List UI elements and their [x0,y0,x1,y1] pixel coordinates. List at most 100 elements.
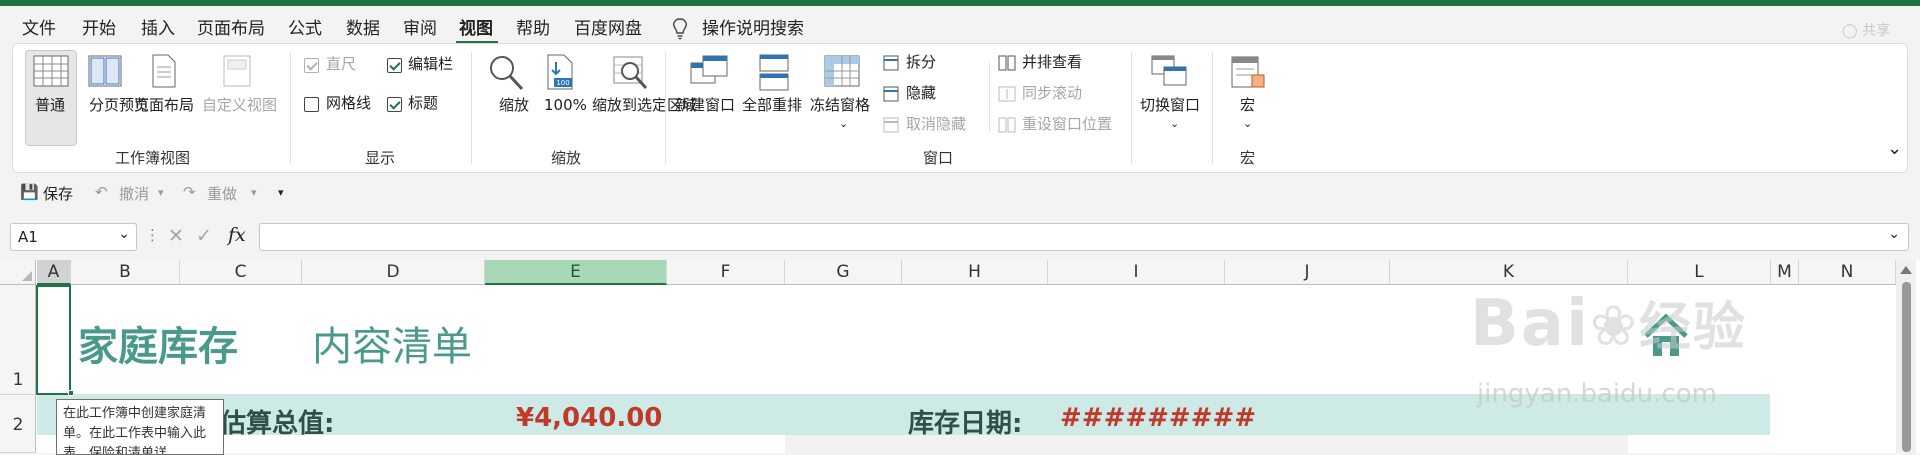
page-title-light: 内容清单 [312,324,472,370]
hide-window-button[interactable]: 隐藏 [906,84,936,103]
name-box-value: A1 [18,228,38,246]
ribbon-separator [290,52,291,164]
column-header-A[interactable]: A [37,260,71,285]
sync-scroll-icon [998,86,1016,102]
date-value: ######### [1060,403,1257,433]
tab-view[interactable]: 视图 [459,14,493,39]
customize-toolbar-icon[interactable]: ▾ [278,186,284,199]
menu-bar: 文件 开始 插入 页面布局 公式 数据 审阅 视图 帮助 百度网盘 操作说明搜索… [0,6,1920,44]
ribbon-separator [1131,52,1132,164]
column-header-L[interactable]: L [1628,260,1771,285]
column-header-I[interactable]: I [1048,260,1225,285]
column-header-H[interactable]: H [902,260,1048,285]
page-layout-view-icon [152,54,176,88]
new-window-button[interactable]: 新建窗口 [675,96,735,115]
column-header-N[interactable]: N [1799,260,1896,285]
confirm-entry-icon[interactable]: ✓ [196,225,212,247]
ribbon-collapse-chevron-icon[interactable]: ⌄ [1887,139,1902,158]
redo-icon: ↷ [183,183,196,201]
zoom-100-button[interactable]: 100% [544,96,587,115]
formula-bar: A1 ⌄ ⋮ ✕ ✓ fx ⌄ [0,220,1920,254]
column-header-C[interactable]: C [180,260,302,285]
tab-baidu-netdisk[interactable]: 百度网盘 [574,14,642,39]
expand-formula-bar-chevron-icon[interactable]: ⌄ [1888,226,1900,242]
baidu-watermark: Bai❀经验 [1470,287,1747,361]
column-header-F[interactable]: F [667,260,785,285]
tab-data[interactable]: 数据 [346,14,380,39]
scroll-thumb[interactable] [1902,282,1911,452]
row-header-1[interactable]: 1 [0,285,36,395]
sync-scroll-button[interactable]: 同步滚动 [1022,84,1082,103]
split-button[interactable]: 拆分 [906,53,936,72]
macros-chevron-icon[interactable]: ⌄ [1243,114,1252,133]
zoom-to-selection-button[interactable]: 缩放到选定区域 [592,96,697,115]
tab-file[interactable]: 文件 [22,14,56,39]
normal-view-button[interactable]: 普通 [35,96,65,115]
headings-checkbox[interactable] [387,97,402,112]
lightbulb-icon [673,18,687,40]
name-box-chevron-icon[interactable]: ⌄ [118,226,130,242]
scroll-up-arrow-icon[interactable] [1900,266,1912,274]
reset-window-position-icon [998,117,1016,133]
column-header-E[interactable]: E [485,260,667,285]
undo-dropdown-icon[interactable]: ▾ [158,186,164,199]
unhide-window-button[interactable]: 取消隐藏 [906,115,966,134]
row-header-2[interactable]: 2 [0,395,36,453]
zoom-to-selection-icon [613,56,648,90]
tab-formulas[interactable]: 公式 [288,14,322,39]
arrange-all-icon [759,54,789,91]
group-label-macros: 宏 [1240,149,1256,167]
active-cell-A1[interactable] [36,285,71,395]
gridlines-checkbox[interactable] [304,97,319,112]
formula-bar-checkbox[interactable] [387,58,402,73]
freeze-panes-icon [824,55,860,87]
view-side-by-side-button[interactable]: 并排查看 [1022,53,1082,72]
formula-input[interactable]: ⌄ [259,223,1909,251]
page-break-preview-button[interactable]: 分页预览 [89,96,149,115]
ribbon-separator [1212,52,1213,164]
column-header-J[interactable]: J [1225,260,1390,285]
macros-button[interactable]: 宏 [1240,96,1255,115]
headings-label: 标题 [408,94,439,112]
column-header-B[interactable]: B [71,260,180,285]
page-layout-view-button[interactable]: 页面布局 [134,96,194,115]
svg-text:100: 100 [556,79,569,87]
column-header-K[interactable]: K [1390,260,1628,285]
switch-windows-chevron-icon[interactable]: ⌄ [1170,114,1179,133]
zoom-button[interactable]: 缩放 [499,96,529,115]
select-all-button[interactable] [0,260,36,285]
fill-handle[interactable] [68,390,74,396]
redo-dropdown-icon[interactable]: ▾ [251,186,257,199]
freeze-panes-chevron-icon[interactable]: ⌄ [839,114,848,133]
group-label-show: 显示 [365,149,396,167]
tab-review[interactable]: 审阅 [403,14,437,39]
tell-me-search[interactable]: 操作说明搜索 [702,14,804,39]
save-button[interactable]: 保存 [43,183,73,204]
custom-views-button[interactable]: 自定义视图 [202,96,277,115]
tab-page-layout[interactable]: 页面布局 [197,14,265,39]
save-icon: 💾 [20,183,39,201]
ribbon-separator [989,62,990,132]
estimate-value: ¥4,040.00 [516,403,663,433]
share-label: 共享 [1862,23,1891,39]
redo-button[interactable]: 重做 [207,183,237,204]
tab-home[interactable]: 开始 [82,14,116,39]
zoom-icon [490,56,524,91]
switch-windows-button[interactable]: 切换窗口 [1140,96,1200,115]
estimate-label: 估算总值: [220,409,335,439]
reset-window-position-button[interactable]: 重设窗口位置 [1022,115,1112,134]
column-header-M[interactable]: M [1771,260,1799,285]
insert-function-button[interactable]: fx [228,224,246,246]
arrange-all-button[interactable]: 全部重排 [742,96,802,115]
name-box[interactable]: A1 ⌄ [10,223,137,251]
group-label-workbook-views: 工作簿视图 [115,149,191,167]
share-button[interactable]: ◯ 共享 [1842,20,1890,40]
column-header-G[interactable]: G [785,260,902,285]
undo-button[interactable]: 撤消 [119,183,149,204]
cancel-entry-icon[interactable]: ✕ [168,225,184,247]
column-header-D[interactable]: D [302,260,485,285]
freeze-panes-button[interactable]: 冻结窗格 [810,96,870,115]
tab-insert[interactable]: 插入 [141,14,175,39]
ruler-checkbox[interactable] [304,58,319,73]
tab-help[interactable]: 帮助 [516,14,550,39]
